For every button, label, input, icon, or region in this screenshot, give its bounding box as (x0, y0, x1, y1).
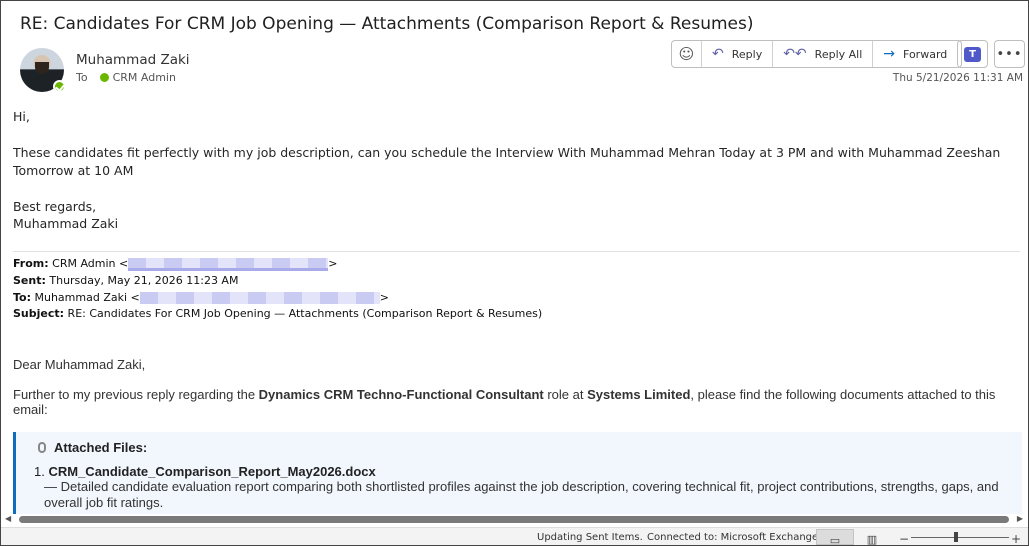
attached-files-title: Attached Files: (54, 440, 148, 455)
redacted-email (128, 258, 329, 271)
quoted-greeting: Dear Muhammad Zaki, (13, 357, 146, 372)
email-subject: RE: Candidates For CRM Job Opening — Att… (20, 14, 754, 34)
message-action-bar: ☺ ↶ Reply ↶↶ Reply All → Forward (671, 40, 963, 68)
redacted-email (139, 292, 380, 304)
scrollbar-thumb[interactable] (19, 516, 1009, 523)
quoted-from-close: > (328, 257, 338, 270)
quoted-role: Dynamics CRM Techno-Functional Consultan… (258, 387, 544, 402)
react-emoji-button[interactable]: ☺ (672, 41, 702, 67)
presence-available-icon (53, 80, 66, 93)
reading-view-button[interactable]: ▥ (853, 529, 891, 546)
quoted-sent-value: Thursday, May 21, 2026 11:23 AM (49, 274, 239, 287)
quoted-intro-mid: role at (543, 387, 588, 402)
reading-view-icon: ▥ (866, 533, 878, 546)
quoted-intro: Further to my previous reply regarding t… (13, 387, 1023, 417)
paperclip-icon (38, 442, 46, 453)
quoted-from: From: CRM Admin < > (13, 257, 338, 271)
attachment-description: — Detailed candidate evaluation report c… (44, 479, 999, 510)
reply-label: Reply (731, 47, 763, 61)
quoted-sent: Sent: Thursday, May 21, 2026 11:23 AM (13, 274, 238, 287)
teams-button[interactable]: T (957, 40, 988, 68)
scroll-left-icon[interactable]: ◀ (5, 514, 11, 523)
forward-icon: → (883, 46, 896, 62)
zoom-slider[interactable] (911, 537, 1009, 538)
quoted-sent-label: Sent: (13, 274, 46, 287)
reply-button[interactable]: ↶ Reply (702, 41, 774, 67)
more-actions-button[interactable]: ••• (994, 40, 1025, 68)
avatar-photo (35, 62, 49, 74)
message-signature: Muhammad Zaki (13, 216, 119, 231)
quoted-to-close: > (379, 291, 389, 304)
recipient-name[interactable]: CRM Admin (113, 71, 176, 84)
quoted-company: Systems Limited (587, 387, 691, 402)
reply-icon: ↶ (712, 46, 724, 62)
quoted-to-value: Muhammad Zaki < (34, 291, 140, 304)
normal-view-icon: ▭ (829, 534, 841, 546)
message-paragraph: These candidates fit perfectly with my j… (13, 145, 1001, 178)
quoted-intro-pre: Further to my previous reply regarding t… (13, 387, 259, 402)
zoom-slider-thumb[interactable] (954, 532, 958, 542)
quoted-from-value: CRM Admin < (52, 257, 129, 270)
status-updating: Updating Sent Items. (537, 532, 643, 543)
scroll-right-icon[interactable]: ▶ (1017, 514, 1023, 523)
status-connected: Connected to: Microsoft Exchange (647, 532, 819, 543)
quoted-to-label: To: (13, 291, 31, 304)
quoted-from-label: From: (13, 257, 49, 270)
quoted-subject-value: RE: Candidates For CRM Job Opening — Att… (67, 307, 543, 320)
forward-button[interactable]: → Forward (873, 41, 961, 67)
quoted-subject-label: Subject: (13, 307, 65, 320)
quoted-to: To: Muhammad Zaki < > (13, 291, 389, 304)
smiley-icon: ☺ (678, 45, 695, 63)
zoom-out-button[interactable]: − (899, 532, 909, 546)
normal-view-button[interactable]: ▭ (816, 529, 854, 546)
quoted-subject: Subject: RE: Candidates For CRM Job Open… (13, 307, 542, 320)
attachment-item: 1. CRM_Candidate_Comparison_Report_May20… (34, 464, 376, 479)
message-regards: Best regards, (13, 199, 97, 214)
quoted-divider (13, 251, 1020, 252)
attachments-callout: Attached Files: 1. CRM_Candidate_Compari… (13, 432, 1022, 514)
status-bar: Updating Sent Items. Connected to: Micro… (1, 527, 1028, 546)
to-label: To (76, 71, 88, 84)
forward-label: Forward (903, 47, 948, 61)
attachment-number: 1. (34, 464, 49, 479)
recipient-line: To CRM Admin (76, 71, 176, 84)
recipient-presence-icon (99, 73, 109, 82)
reply-all-icon: ↶↶ (783, 46, 807, 62)
zoom-in-button[interactable]: + (1011, 532, 1021, 546)
reply-all-label: Reply All (814, 47, 863, 61)
message-greeting: Hi, (13, 109, 30, 124)
attachment-filename[interactable]: CRM_Candidate_Comparison_Report_May2026.… (48, 464, 375, 479)
reply-all-button[interactable]: ↶↶ Reply All (773, 41, 874, 67)
attached-files-heading: Attached Files: (38, 440, 147, 455)
sender-name[interactable]: Muhammad Zaki (76, 52, 190, 68)
teams-icon: T (964, 46, 981, 62)
horizontal-scrollbar[interactable]: ◀ ▶ (5, 514, 1023, 524)
received-date: Thu 5/21/2026 11:31 AM (892, 72, 1023, 84)
